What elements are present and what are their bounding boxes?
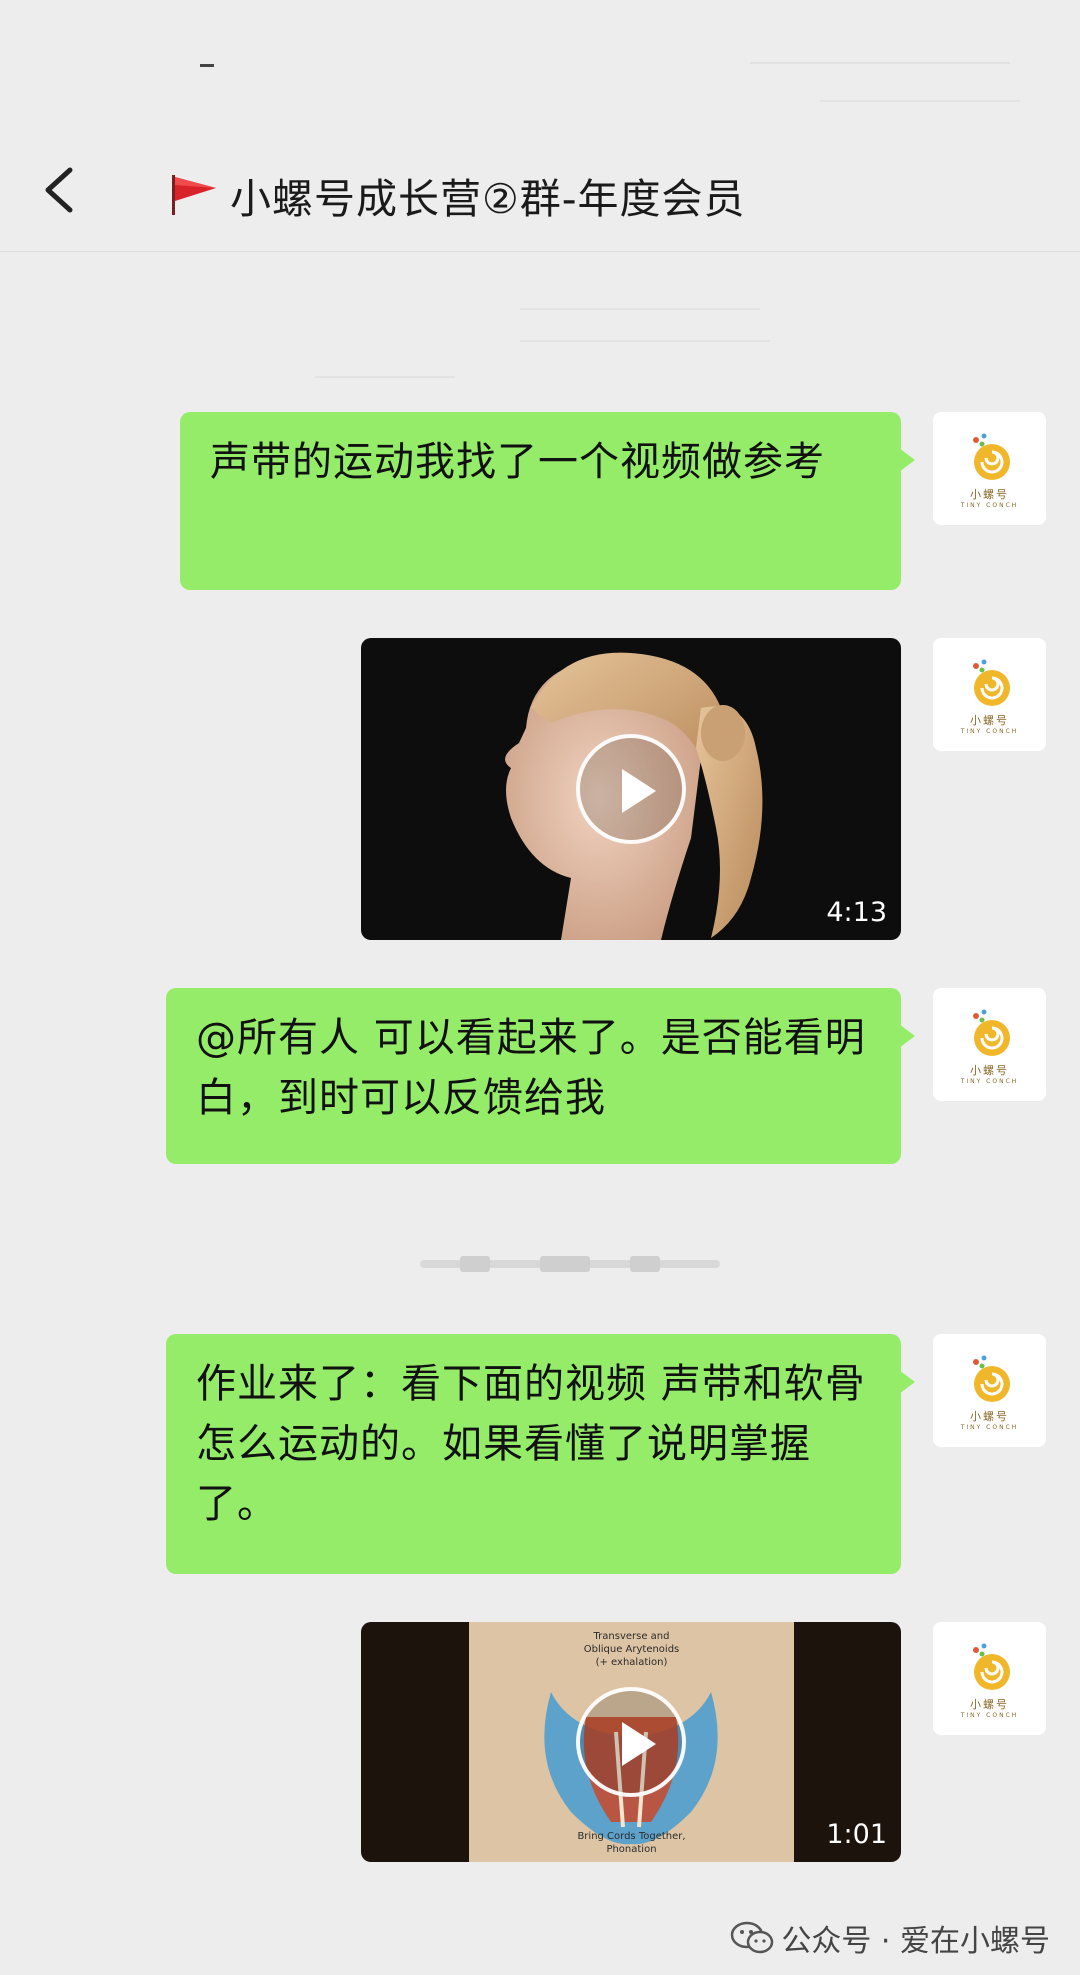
play-icon[interactable] [576, 734, 686, 844]
conch-logo-icon [972, 1009, 1010, 1056]
back-button[interactable] [36, 160, 86, 220]
avatar-brand-subtext: TINY CONCH [960, 728, 1019, 735]
message-bubble[interactable]: 声带的运动我找了一个视频做参考 [180, 412, 915, 590]
avatar-brand-text: 小螺号 [970, 714, 1009, 727]
caption-line: Oblique Arytenoids [583, 1644, 680, 1655]
avatar[interactable]: 小螺号 TINY CONCH [933, 1622, 1046, 1735]
conch-logo-icon [972, 1643, 1010, 1690]
status-smudge [750, 62, 1010, 64]
avatar-brand-text: 小螺号 [970, 1410, 1009, 1423]
chat-header: 小螺号成长营②群-年度会员 [0, 0, 1080, 252]
avatar[interactable]: 小螺号 TINY CONCH [933, 1334, 1046, 1447]
avatar-brand-subtext: TINY CONCH [960, 502, 1019, 509]
status-mark [200, 64, 214, 67]
video-duration: 1:01 [826, 1819, 887, 1850]
avatar[interactable]: 小螺号 TINY CONCH [933, 412, 1046, 525]
video-message[interactable]: 4:13 [361, 638, 901, 940]
timestamp-blurred [420, 1256, 720, 1272]
caption-line: Transverse and [593, 1631, 670, 1642]
video-caption-bottom: Bring Cords Together, Phonation [469, 1830, 794, 1856]
conch-logo-icon [972, 433, 1010, 480]
red-flag-icon [172, 175, 216, 215]
avatar-brand-text: 小螺号 [970, 1064, 1009, 1077]
avatar-brand-text: 小螺号 [970, 1698, 1009, 1711]
conch-logo-icon [972, 659, 1010, 706]
title-blur [800, 150, 1080, 240]
caption-line: (+ exhalation) [595, 1657, 668, 1668]
watermark-text: 公众号 · 爱在小螺号 [781, 1924, 1050, 1959]
chevron-left-icon [45, 167, 73, 213]
message-bubble[interactable]: @所有人 可以看起来了。是否能看明白，到时可以反馈给我 [166, 988, 915, 1164]
message-text: 声带的运动我找了一个视频做参考 [210, 439, 825, 485]
wechat-icon [731, 1921, 774, 1954]
avatar-brand-subtext: TINY CONCH [960, 1712, 1019, 1719]
video-duration: 4:13 [826, 897, 887, 928]
play-icon[interactable] [576, 1687, 686, 1797]
avatar-brand-subtext: TINY CONCH [960, 1078, 1019, 1085]
avatar[interactable]: 小螺号 TINY CONCH [933, 988, 1046, 1101]
chat-title: 小螺号成长营②群-年度会员 [230, 175, 746, 223]
message-text: @所有人 可以看起来了。是否能看明白，到时可以反馈给我 [196, 1015, 866, 1121]
message-text: 作业来了：看下面的视频 声带和软骨怎么运动的。如果看懂了说明掌握了。 [196, 1361, 866, 1527]
watermark: 公众号 · 爱在小螺号 [729, 1916, 1050, 1960]
conch-logo-icon [972, 1355, 1010, 1402]
video-caption-top: Transverse and Oblique Arytenoids (+ exh… [469, 1630, 794, 1669]
faded-text [520, 308, 760, 310]
chat-title-area[interactable]: 小螺号成长营②群-年度会员 [168, 165, 808, 225]
video-message[interactable]: Transverse and Oblique Arytenoids (+ exh… [361, 1622, 901, 1862]
avatar[interactable]: 小螺号 TINY CONCH [933, 638, 1046, 751]
avatar-brand-text: 小螺号 [970, 488, 1009, 501]
message-bubble[interactable]: 作业来了：看下面的视频 声带和软骨怎么运动的。如果看懂了说明掌握了。 [166, 1334, 915, 1574]
status-smudge [820, 100, 1020, 102]
faded-text [520, 340, 770, 342]
avatar-brand-subtext: TINY CONCH [960, 1424, 1019, 1431]
chat-screen: 小螺号成长营②群-年度会员 声带的运动我找了一个视频做参考 小螺号 TINY CO… [0, 0, 1080, 1975]
faded-text [315, 376, 455, 378]
caption-line: Bring Cords Together, [577, 1831, 686, 1842]
caption-line: Phonation [606, 1844, 657, 1855]
